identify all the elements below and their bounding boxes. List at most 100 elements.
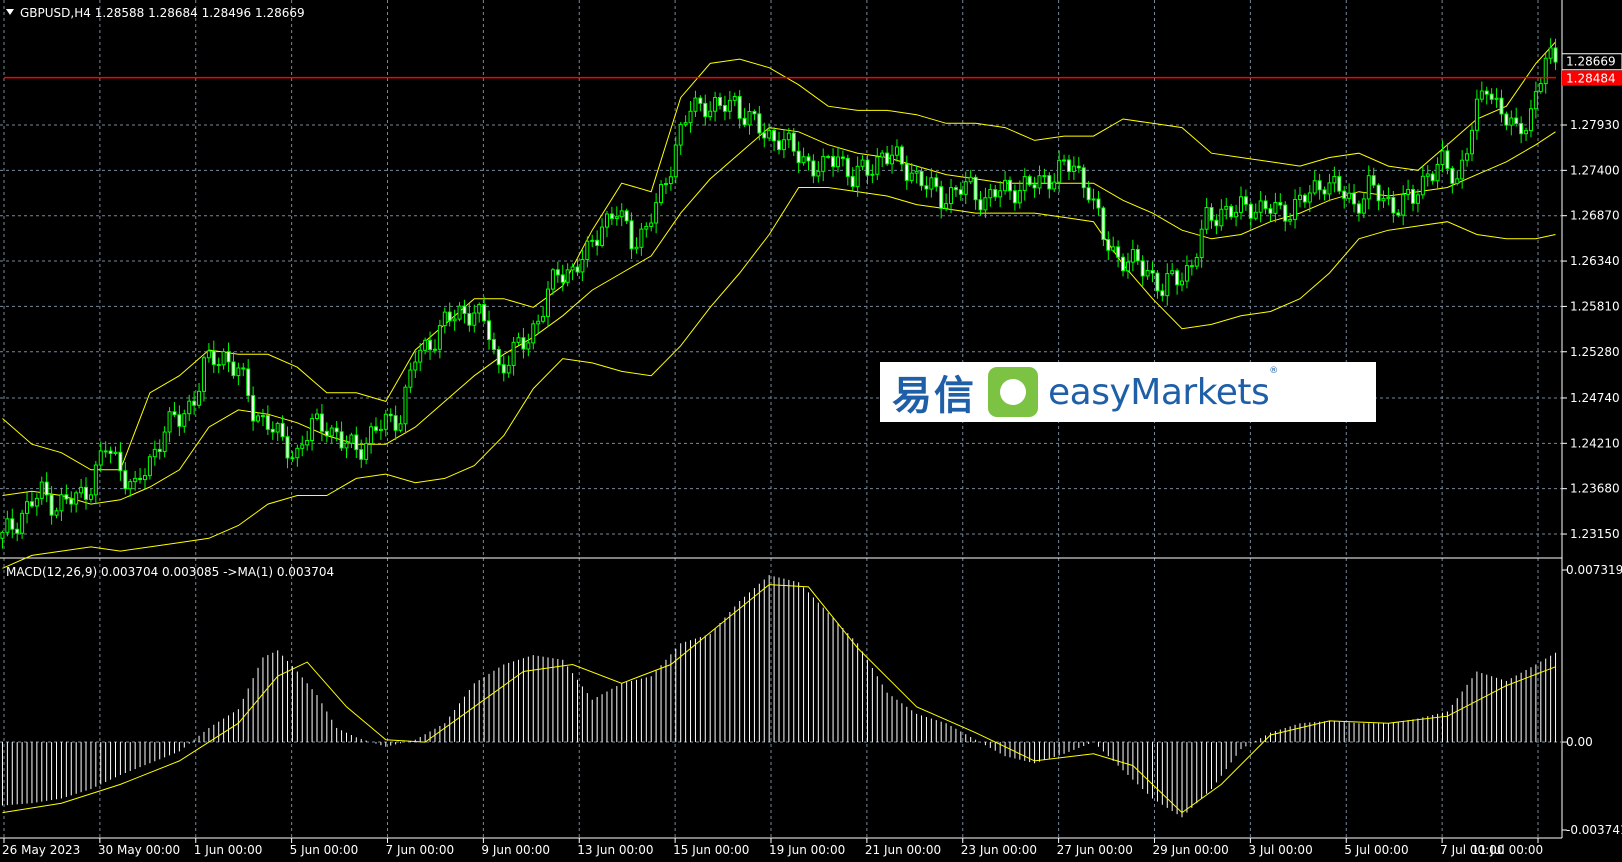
candle-body (369, 426, 374, 444)
candle-body (305, 440, 310, 446)
symbol-dropdown-icon[interactable] (6, 9, 14, 15)
candle-body (364, 442, 369, 460)
candle-body (875, 156, 880, 175)
candle-body (575, 266, 580, 273)
candle-body (472, 312, 477, 326)
candle-body (344, 442, 349, 449)
price-tick-label: 1.27400 (1570, 163, 1620, 177)
candle-body (831, 155, 836, 168)
candle-body (1465, 153, 1470, 161)
candle-body (354, 434, 359, 451)
candle-body (1538, 83, 1543, 93)
candle-body (516, 337, 521, 343)
candle-body (609, 213, 614, 219)
candle-body (388, 413, 393, 417)
candle-body (482, 304, 487, 322)
candle-body (39, 481, 44, 499)
candle-body (781, 139, 786, 151)
candle-body (600, 226, 605, 246)
candle-body (1332, 176, 1337, 184)
candle-body (1435, 163, 1440, 182)
candle-body (1047, 175, 1052, 190)
candle-body (113, 451, 118, 454)
chart-canvas[interactable]: GBPUSD,H4 1.28588 1.28684 1.28496 1.2866… (0, 0, 1622, 862)
candle-body (44, 481, 49, 496)
candle-body (88, 494, 93, 500)
candle-body (993, 189, 998, 198)
candle-body (521, 337, 526, 350)
candle-body (604, 213, 609, 228)
candle-body (826, 155, 831, 158)
candle-body (152, 448, 157, 458)
candle-body (418, 349, 423, 363)
candle-body (251, 395, 256, 422)
candle-body (777, 140, 781, 151)
candle-body (1022, 176, 1027, 192)
candle-body (1528, 108, 1533, 132)
candlesticks[interactable] (0, 38, 1558, 549)
candle-body (147, 456, 152, 477)
candle-body (904, 163, 909, 181)
candle-body (1003, 179, 1008, 192)
candle-body (963, 181, 968, 195)
candle-body (1548, 47, 1553, 59)
candle-body (639, 228, 644, 248)
candle-body (624, 210, 629, 222)
candle-body (580, 258, 585, 273)
candle-body (629, 220, 634, 250)
candle-body (393, 415, 398, 431)
candle-body (654, 202, 659, 224)
candle-body (791, 132, 796, 152)
candle-body (1071, 165, 1076, 172)
candle-body (634, 246, 639, 250)
candle-body (467, 313, 472, 326)
level-price-label: 1.28484 (1566, 72, 1616, 86)
candle-body (319, 413, 324, 432)
candle-body (727, 99, 732, 112)
candle-body (310, 417, 315, 442)
candle-body (25, 501, 30, 514)
candle-body (1032, 184, 1037, 189)
candle-body (1135, 248, 1140, 262)
candle-body (1509, 117, 1514, 126)
time-tick-label: 27 Jun 00:00 (1057, 843, 1133, 857)
candle-body (1194, 257, 1199, 267)
candle-body (668, 176, 673, 185)
candle-body (1278, 202, 1283, 206)
candle-body (1401, 193, 1406, 216)
macd-header: MACD(12,26,9) 0.003704 0.003085 ->MA(1) … (6, 565, 334, 579)
macd-tick-label: 0.00 (1566, 735, 1593, 749)
time-tick-label: 15 Jun 00:00 (673, 843, 749, 857)
candle-body (1297, 194, 1302, 201)
candle-body (49, 494, 54, 516)
candle-body (536, 320, 541, 325)
candle-body (1204, 207, 1209, 230)
candle-body (260, 415, 265, 418)
candle-body (1533, 91, 1538, 110)
candle-body (1391, 196, 1396, 214)
candle-body (1307, 192, 1312, 203)
price-tick-label: 1.25280 (1570, 345, 1620, 359)
candle-body (103, 450, 108, 453)
candle-body (688, 110, 693, 124)
candle-body (762, 132, 767, 139)
time-tick-label: 30 May 00:00 (98, 843, 180, 857)
candle-body (462, 305, 467, 315)
candle-body (226, 351, 231, 363)
candle-body (93, 464, 98, 496)
time-tick-label: 5 Jun 00:00 (290, 843, 359, 857)
candle-body (894, 146, 899, 156)
candle-body (835, 156, 840, 168)
candle-body (373, 426, 378, 431)
candle-body (383, 413, 388, 430)
candle-body (1406, 188, 1411, 195)
candle-body (128, 481, 133, 490)
candle-body (560, 274, 565, 283)
candle-body (1460, 159, 1465, 180)
candle-body (1052, 181, 1057, 190)
candle-body (816, 170, 821, 177)
candle-body (978, 199, 983, 211)
candle-body (1347, 192, 1352, 199)
time-axis-ticks: 26 May 2023 30 May 00:00 1 Jun 00:00 5 Jun … (2, 838, 1543, 857)
candle-body (673, 144, 678, 178)
